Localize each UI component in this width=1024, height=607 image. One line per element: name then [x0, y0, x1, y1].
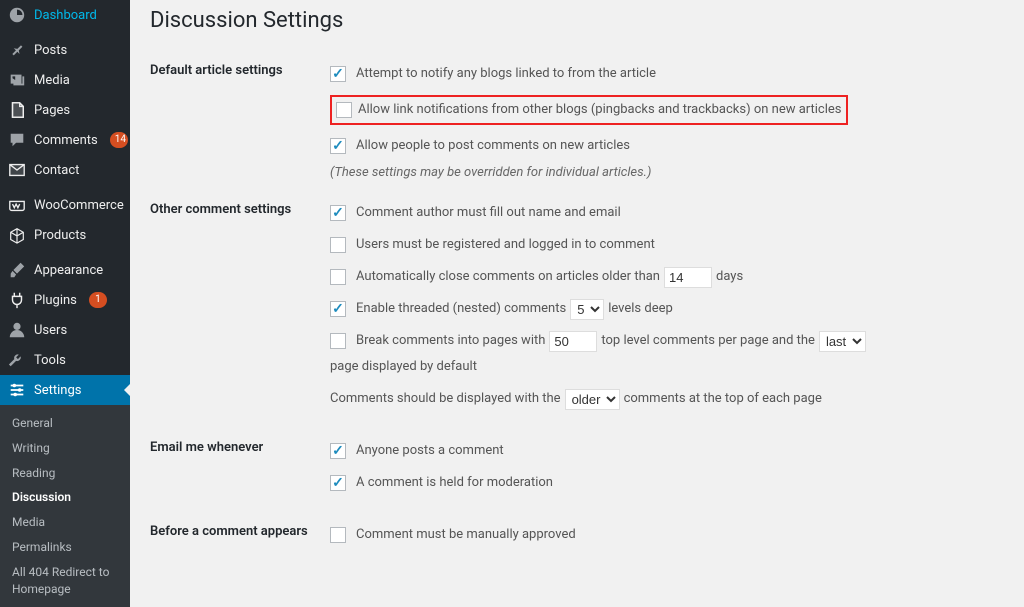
- sidebar-item-label: Media: [34, 73, 70, 88]
- label-break-mid: top level comments per page and the: [601, 330, 815, 352]
- sidebar-item-label: WooCommerce: [34, 198, 124, 213]
- checkbox-allow-pingbacks[interactable]: [336, 102, 352, 118]
- settings-icon: [8, 381, 26, 399]
- checkbox-threaded[interactable]: [330, 301, 346, 317]
- select-comment-order[interactable]: older: [565, 389, 620, 410]
- sidebar-item-settings[interactable]: Settings: [0, 375, 130, 405]
- label-order-post: comments at the top of each page: [624, 388, 822, 410]
- user-icon: [8, 321, 26, 339]
- label-break-post: page displayed by default: [330, 356, 477, 378]
- sidebar-item-users[interactable]: Users: [0, 315, 130, 345]
- settings-form: Default article settings Attempt to noti…: [150, 51, 1004, 555]
- submenu-item-writing[interactable]: Writing: [0, 436, 130, 461]
- sidebar-item-pages[interactable]: Pages: [0, 95, 130, 125]
- label-auto-close-post: days: [716, 266, 743, 288]
- sidebar-item-label: Pages: [34, 103, 70, 118]
- submenu-item-permalinks[interactable]: Permalinks: [0, 535, 130, 560]
- submenu-item-media[interactable]: Media: [0, 510, 130, 535]
- sidebar-item-comments[interactable]: Comments 14: [0, 125, 130, 155]
- pin-icon: [8, 41, 26, 59]
- sidebar-item-label: Comments: [34, 133, 98, 148]
- submenu-item-all-404-redirect-to-homepage[interactable]: All 404 Redirect to Homepage: [0, 560, 130, 602]
- label-name-email[interactable]: Comment author must fill out name and em…: [356, 202, 621, 224]
- media-icon: [8, 71, 26, 89]
- sidebar-item-woocommerce[interactable]: WooCommerce: [0, 190, 130, 220]
- sidebar-item-tools[interactable]: Tools: [0, 345, 130, 375]
- woo-icon: [8, 196, 26, 214]
- checkbox-notify-blogs[interactable]: [330, 66, 346, 82]
- plug-icon: [8, 291, 26, 309]
- submenu-item-discussion[interactable]: Discussion: [0, 485, 130, 510]
- sidebar-item-label: Settings: [34, 383, 81, 398]
- dashboard-icon: [8, 6, 26, 24]
- sidebar-item-label: Products: [34, 228, 86, 243]
- mail-icon: [8, 161, 26, 179]
- label-threaded-post: levels deep: [608, 298, 673, 320]
- settings-content: Discussion Settings Default article sett…: [130, 0, 1024, 555]
- label-break-pre[interactable]: Break comments into pages with: [356, 330, 545, 352]
- sidebar-item-label: Plugins: [34, 293, 77, 308]
- badge-count: 14: [110, 132, 128, 148]
- select-break-page[interactable]: last: [819, 331, 866, 352]
- checkbox-allow-comments[interactable]: [330, 138, 346, 154]
- checkbox-email-anyone[interactable]: [330, 443, 346, 459]
- checkbox-manual-approve[interactable]: [330, 527, 346, 543]
- label-registered[interactable]: Users must be registered and logged in t…: [356, 234, 655, 256]
- sidebar-item-label: Contact: [34, 163, 79, 178]
- label-email-anyone[interactable]: Anyone posts a comment: [356, 440, 504, 462]
- submenu-item-general[interactable]: General: [0, 411, 130, 436]
- submenu-item-reading[interactable]: Reading: [0, 461, 130, 486]
- checkbox-auto-close[interactable]: [330, 269, 346, 285]
- input-break-count[interactable]: [549, 331, 597, 352]
- sidebar-item-dashboard[interactable]: Dashboard: [0, 0, 130, 30]
- label-threaded-pre[interactable]: Enable threaded (nested) comments: [356, 298, 566, 320]
- section-default-article-heading: Default article settings: [150, 51, 330, 190]
- label-email-held[interactable]: A comment is held for moderation: [356, 472, 553, 494]
- label-manual-approve[interactable]: Comment must be manually approved: [356, 524, 576, 546]
- checkbox-email-held[interactable]: [330, 475, 346, 491]
- sidebar-item-appearance[interactable]: Appearance: [0, 255, 130, 285]
- label-allow-pingbacks[interactable]: Allow link notifications from other blog…: [358, 99, 842, 121]
- admin-sidebar: Dashboard Posts Media Pages Comments 14 Contac…: [0, 0, 130, 555]
- wrench-icon: [8, 351, 26, 369]
- sidebar-item-media[interactable]: Media: [0, 65, 130, 95]
- sidebar-item-label: Tools: [34, 353, 66, 368]
- sidebar-item-label: Appearance: [34, 263, 103, 278]
- label-order-pre: Comments should be displayed with the: [330, 388, 561, 410]
- label-allow-comments[interactable]: Allow people to post comments on new art…: [356, 135, 630, 157]
- section-other-heading: Other comment settings: [150, 190, 330, 428]
- comment-icon: [8, 131, 26, 149]
- sidebar-item-contact[interactable]: Contact: [0, 155, 130, 185]
- product-icon: [8, 226, 26, 244]
- checkbox-registered[interactable]: [330, 237, 346, 253]
- sidebar-item-label: Posts: [34, 43, 67, 58]
- label-auto-close-pre[interactable]: Automatically close comments on articles…: [356, 266, 660, 288]
- sidebar-item-label: Users: [34, 323, 67, 338]
- label-notify-blogs[interactable]: Attempt to notify any blogs linked to fr…: [356, 63, 656, 85]
- sidebar-item-products[interactable]: Products: [0, 220, 130, 250]
- sidebar-item-posts[interactable]: Posts: [0, 35, 130, 65]
- section-email-heading: Email me whenever: [150, 428, 330, 512]
- checkbox-name-email[interactable]: [330, 205, 346, 221]
- badge-count: 1: [89, 292, 107, 308]
- settings-submenu: GeneralWritingReadingDiscussionMediaPerm…: [0, 405, 130, 607]
- pages-icon: [8, 101, 26, 119]
- default-article-hint: (These settings may be overridden for in…: [330, 165, 1004, 180]
- brush-icon: [8, 261, 26, 279]
- sidebar-item-plugins[interactable]: Plugins 1: [0, 285, 130, 315]
- select-threaded-levels[interactable]: 5: [570, 299, 604, 320]
- input-auto-close-days[interactable]: [664, 267, 712, 288]
- checkbox-break-pages[interactable]: [330, 333, 346, 349]
- sidebar-item-label: Dashboard: [34, 8, 97, 23]
- highlight-pingback-option: Allow link notifications from other blog…: [330, 95, 848, 125]
- section-before-heading: Before a comment appears: [150, 512, 330, 555]
- page-title: Discussion Settings: [150, 8, 1004, 33]
